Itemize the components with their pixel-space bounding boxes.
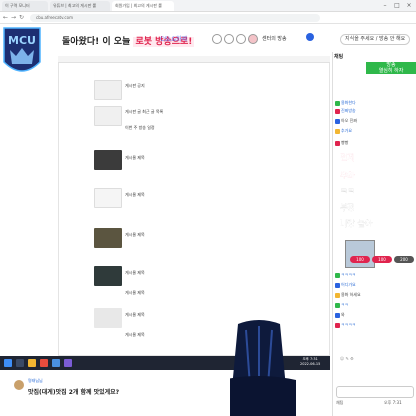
post-thumb[interactable] xyxy=(94,80,122,100)
chat-tools[interactable]: ☺ ✎ ⚙ xyxy=(340,356,354,361)
chat-line: 추가요 xyxy=(335,128,415,135)
chat-line: ㅋㅋㅋㅋ xyxy=(335,322,415,329)
windows-start-icon[interactable] xyxy=(4,359,12,367)
chat-line: 아오 진짜 xyxy=(335,118,415,125)
svg-text:MCU: MCU xyxy=(8,34,36,47)
close-icon[interactable]: × xyxy=(404,1,414,10)
screen: 이 구역 모니터 유튜브 | 최고의 게시판 롤 회원가입 | 최고의 게시판 … xyxy=(0,0,416,416)
avatar[interactable] xyxy=(248,34,258,44)
forward-icon[interactable]: → xyxy=(10,14,17,22)
post-thumb[interactable] xyxy=(94,188,122,208)
app-icon[interactable] xyxy=(64,359,72,367)
post-title[interactable]: 게시물 제목 xyxy=(125,155,145,161)
minimize-icon[interactable]: – xyxy=(380,1,390,10)
profile-icon[interactable] xyxy=(306,33,314,41)
post-title[interactable]: 게시판 글 최근 글 목록 xyxy=(125,109,163,115)
taskbar-clock: 오후 7:31 2022-06-15 xyxy=(300,357,321,366)
chat-big-text: 부정 xyxy=(340,203,355,212)
tab-2[interactable]: 유튜브 | 최고의 게시판 롤 xyxy=(50,1,110,11)
board-subtabs xyxy=(58,56,330,63)
chat-big-text: ㅋㅋ xyxy=(340,187,355,196)
chat-action-button[interactable]: 100 xyxy=(372,256,392,263)
post-thumb[interactable] xyxy=(94,228,122,248)
chat-big-text: 나랑 놀아 xyxy=(340,219,373,228)
folder-icon[interactable] xyxy=(28,359,36,367)
chat-action-button[interactable]: 100 xyxy=(350,256,370,263)
chat-banner: 방송 열심히 하자 xyxy=(366,62,416,74)
chat-header: 채팅 xyxy=(334,54,344,60)
chat-line: 와 xyxy=(335,312,415,319)
tab-1[interactable]: 이 구역 모니터 xyxy=(2,1,48,11)
bookmark-icon[interactable] xyxy=(236,34,246,44)
chat-input[interactable] xyxy=(336,386,414,398)
mcu-logo-icon: MCU xyxy=(3,27,41,72)
post-title[interactable]: 게시판 공지 xyxy=(125,83,145,89)
chrome-icon[interactable] xyxy=(40,359,48,367)
post-title[interactable]: 게시물 제목 xyxy=(125,232,145,238)
tab-3-active[interactable]: 회원가입 | 최고의 게시판 롤 xyxy=(112,1,174,11)
post-title[interactable]: 게시물 제목 xyxy=(125,270,145,276)
chat-status: 채팅 xyxy=(336,400,344,405)
chat-line: 어디가요 xyxy=(335,282,415,289)
reload-icon[interactable]: ↻ xyxy=(18,14,25,22)
post-title[interactable]: 게시물 제목 xyxy=(125,192,145,198)
post-title[interactable]: 게시물 제목 xyxy=(125,332,145,338)
url-field[interactable]: cbu.afreecatv.com xyxy=(30,14,320,22)
stream-tag[interactable]: CSL&화제 xyxy=(160,34,187,43)
chat-line: 빵빵 xyxy=(335,140,415,147)
streamer-name[interactable]: 센터의 방송 xyxy=(262,35,287,42)
search-icon[interactable] xyxy=(16,359,24,367)
chat-line: ㅋㅋㅋㅋ xyxy=(335,272,415,279)
post-title[interactable]: 게시물 제목 xyxy=(125,312,145,318)
maximize-icon[interactable]: □ xyxy=(392,1,402,10)
cloud-icon[interactable] xyxy=(212,34,222,44)
search-input[interactable]: 지식을 주세요 / 방송 안 해요 xyxy=(340,34,410,45)
post-thumb[interactable] xyxy=(94,106,122,126)
chat-clock: 오후 7:31 xyxy=(384,400,402,405)
chat-line: 진짜방송 xyxy=(335,108,415,115)
chat-message: 맛집(대게)맛집 2개 함께 맛있게요? xyxy=(28,389,120,396)
chat-nick: 명태님님 xyxy=(28,378,43,383)
post-thumb[interactable] xyxy=(94,308,122,328)
chat-action-button[interactable]: 200 xyxy=(394,256,414,263)
share-icon[interactable] xyxy=(224,34,234,44)
chat-sticker-image xyxy=(345,240,375,268)
chat-line: 용화한다 xyxy=(335,100,415,107)
back-icon[interactable]: ← xyxy=(2,14,9,22)
chat-big-text: 먼저 xyxy=(340,153,355,162)
chat-line: 용화 하세요 xyxy=(335,292,415,299)
app-icon[interactable] xyxy=(52,359,60,367)
post-title[interactable]: 게시물 제목 xyxy=(125,290,145,296)
post-thumb[interactable] xyxy=(94,266,122,286)
post-thumb[interactable] xyxy=(94,150,122,170)
chat-big-text: 우와 xyxy=(340,171,355,180)
avatar xyxy=(14,380,24,390)
chat-line: ㅋㅋ xyxy=(335,302,415,309)
gaming-chair xyxy=(222,320,296,416)
post-title[interactable]: 이번 주 방송 일정 xyxy=(125,125,155,131)
